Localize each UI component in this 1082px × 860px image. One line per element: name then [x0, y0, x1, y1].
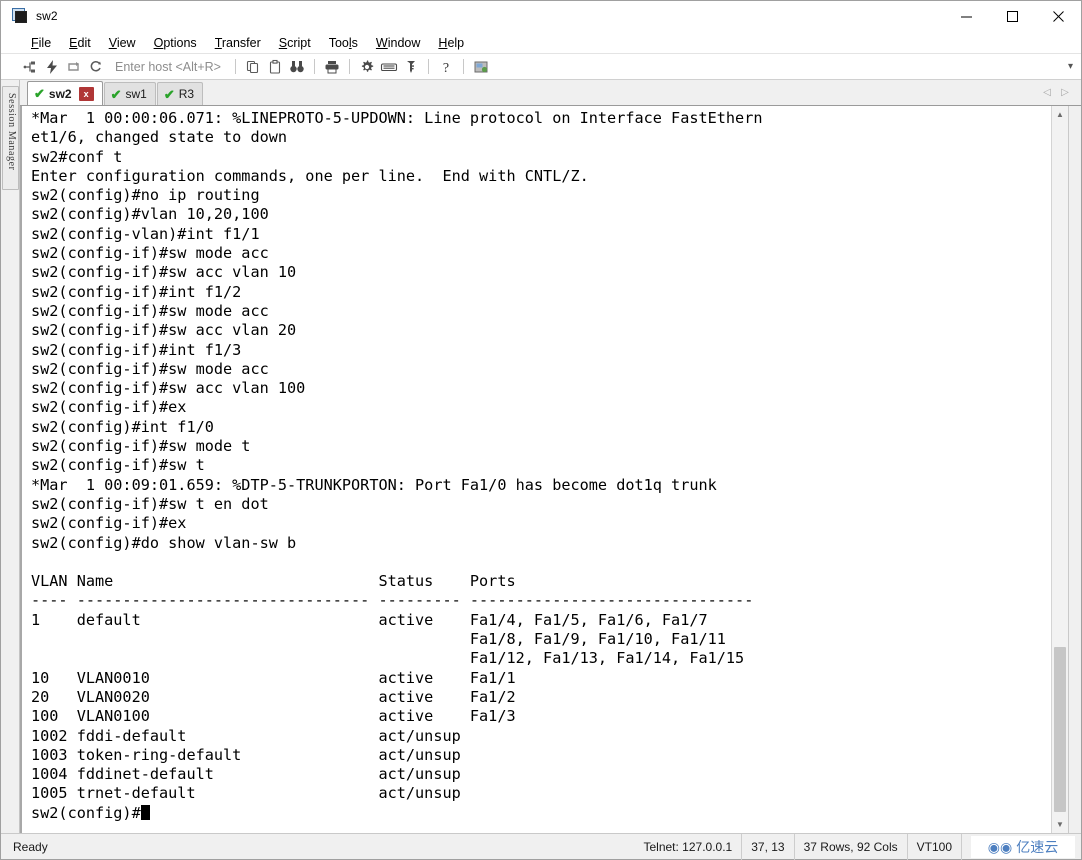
- reconnect-icon[interactable]: [85, 56, 107, 78]
- quick-connect-icon[interactable]: [41, 56, 63, 78]
- settings-gear-icon[interactable]: [356, 56, 378, 78]
- status-dimensions: 37 Rows, 92 Cols: [793, 833, 907, 860]
- copy-icon[interactable]: [242, 56, 264, 78]
- tab-label: sw2: [48, 86, 72, 101]
- maximize-button[interactable]: [989, 1, 1035, 32]
- paste-icon[interactable]: [264, 56, 286, 78]
- terminal-screen[interactable]: *Mar 1 00:00:06.071: %LINEPROTO-5-UPDOWN…: [22, 106, 1051, 833]
- tab-sw2[interactable]: ✔ sw2 x: [27, 81, 103, 105]
- status-cursor-position: 37, 13: [741, 833, 793, 860]
- session-manager-bar: Session Manager: [1, 80, 20, 833]
- window-title: sw2: [36, 9, 58, 23]
- connect-icon[interactable]: [19, 56, 41, 78]
- toolbar-separator: [313, 59, 315, 74]
- tab-next-icon[interactable]: ▷: [1056, 82, 1074, 102]
- status-emulation: VT100: [906, 833, 961, 860]
- toolbar-separator: [462, 59, 464, 74]
- toolbar-separator: [427, 59, 429, 74]
- toolbar: Enter host <Alt+R> ? ▾: [1, 54, 1081, 80]
- keyboard-icon[interactable]: [378, 56, 400, 78]
- session-area: ✔ sw2 x ✔ sw1 ✔ R3 ◁ ▷ *Mar 1 00:00:06.0…: [20, 80, 1081, 833]
- close-button[interactable]: [1035, 1, 1081, 32]
- title-bar: sw2: [1, 1, 1081, 32]
- tab-sw1[interactable]: ✔ sw1: [103, 82, 156, 105]
- watermark: ◉◉ 亿速云: [971, 836, 1075, 858]
- menu-file[interactable]: File: [22, 32, 60, 54]
- tab-navigation: ◁ ▷: [1038, 79, 1081, 105]
- menu-script[interactable]: Script: [270, 32, 320, 54]
- terminal-output: *Mar 1 00:00:06.071: %LINEPROTO-5-UPDOWN…: [31, 109, 763, 803]
- menu-transfer[interactable]: Transfer: [206, 32, 270, 54]
- session-manager-tab[interactable]: Session Manager: [2, 86, 19, 190]
- green-check-icon: ✔: [163, 86, 175, 102]
- menu-help[interactable]: Help: [429, 32, 473, 54]
- session-manager-label: Session Manager: [6, 93, 17, 171]
- menu-tools[interactable]: Tools: [320, 32, 367, 54]
- key-icon[interactable]: [400, 56, 422, 78]
- print-icon[interactable]: [321, 56, 343, 78]
- status-state: Ready: [13, 839, 48, 854]
- window-right-edge: [1068, 106, 1081, 833]
- status-connection: Telnet: 127.0.0.1: [643, 839, 733, 854]
- menu-options[interactable]: Options: [145, 32, 206, 54]
- securecrt-window: sw2 File Edit View Options Transfer Scri…: [0, 0, 1082, 860]
- terminal-cursor: [140, 804, 150, 820]
- menu-edit[interactable]: Edit: [60, 32, 100, 54]
- green-check-icon: ✔: [110, 86, 122, 102]
- status-bar: Ready Telnet: 127.0.0.1 37, 13 37 Rows, …: [1, 833, 1081, 860]
- workspace: Session Manager ✔ sw2 x ✔ sw1 ✔ R3 ◁ ▷ *…: [1, 80, 1081, 833]
- session-options-icon[interactable]: [470, 56, 492, 78]
- menu-bar: File Edit View Options Transfer Script T…: [1, 32, 1081, 54]
- connect-in-tab-icon[interactable]: [63, 56, 85, 78]
- toolbar-separator: [348, 59, 350, 74]
- tab-label: R3: [178, 87, 195, 101]
- tab-close-button[interactable]: x: [78, 86, 94, 101]
- tab-label: sw1: [125, 87, 147, 101]
- terminal-prompt: sw2(config)#: [31, 803, 141, 822]
- find-icon[interactable]: [286, 56, 308, 78]
- scrollbar-thumb[interactable]: [1054, 647, 1066, 812]
- host-input[interactable]: Enter host <Alt+R>: [115, 60, 221, 74]
- toolbar-overflow-chevron-icon[interactable]: ▾: [1068, 61, 1073, 72]
- scroll-up-icon[interactable]: ▲: [1052, 106, 1068, 123]
- watermark-text: 亿速云: [1016, 840, 1059, 856]
- green-check-icon: ✔: [34, 86, 45, 101]
- watermark-logo-icon: ◉◉: [987, 839, 1013, 855]
- terminal-prompt-line: sw2(config)#: [31, 804, 1051, 823]
- menu-view[interactable]: View: [100, 32, 145, 54]
- help-icon[interactable]: ?: [435, 56, 457, 78]
- svg-text:?: ?: [443, 61, 449, 75]
- tab-prev-icon[interactable]: ◁: [1038, 82, 1056, 102]
- tab-r3[interactable]: ✔ R3: [156, 82, 204, 105]
- terminal-scrollbar[interactable]: ▲ ▼: [1051, 106, 1068, 833]
- minimize-button[interactable]: [943, 1, 989, 32]
- terminal-window-icon: [12, 8, 28, 24]
- menu-window[interactable]: Window: [367, 32, 429, 54]
- toolbar-separator: [234, 59, 236, 74]
- tab-strip: ✔ sw2 x ✔ sw1 ✔ R3 ◁ ▷: [20, 80, 1081, 106]
- window-controls: [943, 1, 1081, 32]
- terminal-area: *Mar 1 00:00:06.071: %LINEPROTO-5-UPDOWN…: [20, 106, 1081, 833]
- scroll-down-icon[interactable]: ▼: [1052, 816, 1068, 833]
- scrollbar-track[interactable]: [1052, 123, 1068, 816]
